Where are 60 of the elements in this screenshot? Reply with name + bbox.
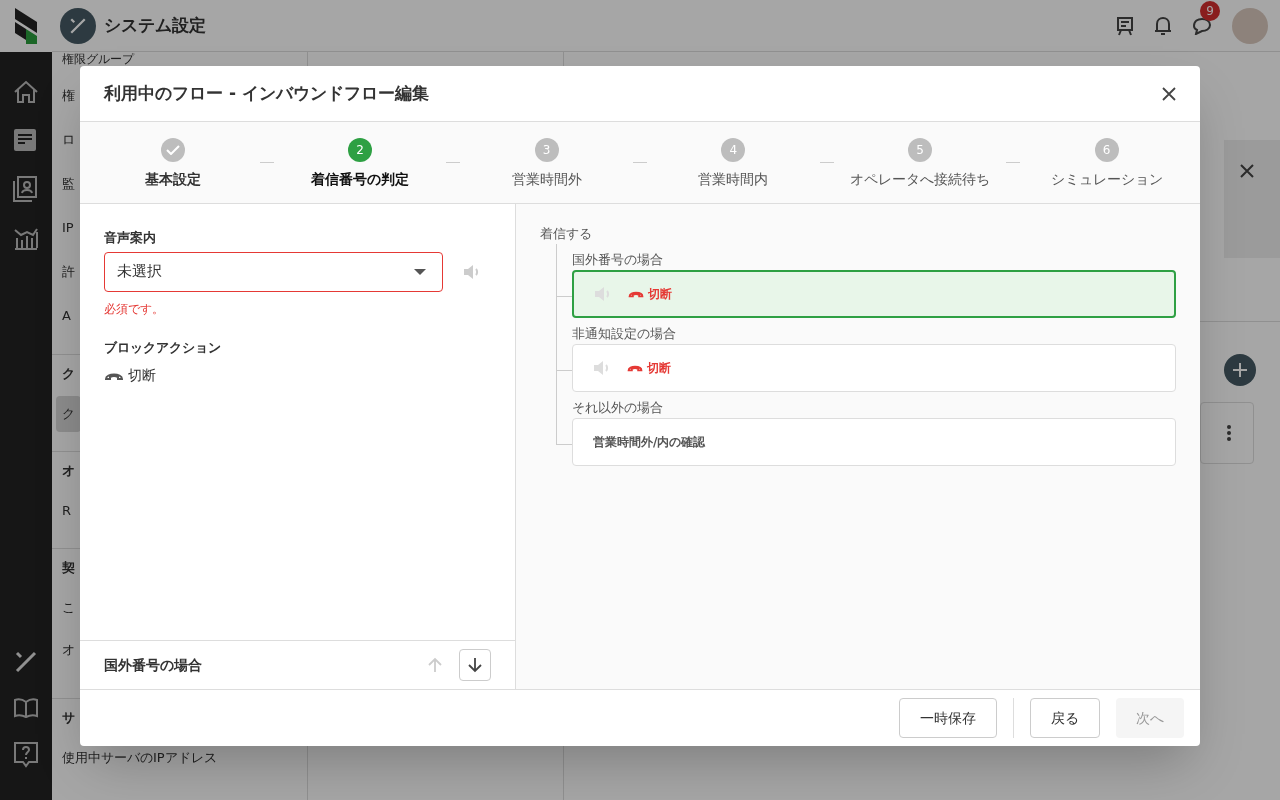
branch-condition: 国外番号の場合 xyxy=(572,250,664,269)
footer-button[interactable]: 戻る xyxy=(1030,698,1100,738)
step-number: 3 xyxy=(534,138,559,162)
chart-icon[interactable] xyxy=(13,226,39,250)
field-label: 音声案内 xyxy=(104,229,157,247)
action-text: 切断 xyxy=(648,285,672,303)
menu-item[interactable]: ク xyxy=(56,396,81,432)
node-title: 営業時間外/内の確認 xyxy=(593,433,706,451)
list-board-icon[interactable] xyxy=(13,128,37,152)
bell-icon[interactable] xyxy=(1154,15,1172,36)
hang-up-icon xyxy=(628,289,644,298)
arrow-down-icon xyxy=(468,657,482,673)
notification-badge: 9 xyxy=(1200,0,1220,21)
action-text: 切断 xyxy=(647,359,671,377)
select-field[interactable]: 未選択 xyxy=(104,251,443,292)
step-label[interactable]: シミュレーション xyxy=(1050,169,1163,190)
page-title: システム設定 xyxy=(104,13,206,37)
dialog-title: 利用中のフロー - インバウンドフロー編集 xyxy=(104,81,429,105)
flow-root-label: 着信する xyxy=(540,225,593,243)
section-heading: 契 xyxy=(61,559,76,578)
action-text: 切断 xyxy=(128,366,156,385)
close-icon[interactable] xyxy=(1162,86,1176,101)
speaker-icon xyxy=(593,359,611,376)
more-vertical-icon[interactable] xyxy=(1227,425,1231,441)
branch-condition: 非通知設定の場合 xyxy=(572,324,677,343)
arrow-up-icon xyxy=(428,657,442,673)
section-heading: サ xyxy=(61,709,76,728)
step-number: 5 xyxy=(908,138,932,162)
step-number: 6 xyxy=(1094,138,1119,162)
presentation-board-icon[interactable] xyxy=(1116,15,1134,36)
step-label[interactable]: 基本設定 xyxy=(145,169,202,190)
step-label[interactable]: 営業時間内 xyxy=(698,169,769,190)
section-heading: オ xyxy=(61,462,76,481)
contact-card-icon[interactable] xyxy=(13,176,37,202)
selected-branch-label: 国外番号の場合 xyxy=(104,655,202,675)
logo-icon xyxy=(15,8,37,44)
chat-bubble-icon[interactable] xyxy=(1192,16,1212,35)
dropdown-caret-icon xyxy=(414,268,426,275)
flow-node-card[interactable]: 営業時間外/内の確認 xyxy=(572,417,1176,466)
hang-up-icon xyxy=(627,363,643,372)
flow-node-card[interactable]: 切断 xyxy=(572,343,1176,392)
step-label[interactable]: 営業時間外 xyxy=(511,169,582,190)
move-down-button[interactable] xyxy=(459,649,491,681)
field-label: ブロックアクション xyxy=(104,338,222,357)
help-icon[interactable] xyxy=(14,742,38,768)
speaker-icon xyxy=(594,285,612,302)
step-label[interactable]: 着信番号の判定 xyxy=(311,169,409,190)
flow-node-card[interactable]: 切断 xyxy=(572,269,1176,318)
close-icon[interactable] xyxy=(1240,164,1254,178)
step-number: 2 xyxy=(348,138,372,162)
branch-condition: それ以外の場合 xyxy=(572,398,664,417)
book-icon[interactable] xyxy=(14,698,38,718)
section-heading: ク xyxy=(61,365,76,384)
step-label[interactable]: オペレータへ接続待ち xyxy=(850,169,990,190)
add-button[interactable] xyxy=(1224,354,1256,386)
error-message: 必須です。 xyxy=(104,300,165,318)
step-number: 4 xyxy=(721,138,746,162)
plus-icon xyxy=(1232,362,1248,378)
home-icon[interactable] xyxy=(13,80,39,104)
footer-button[interactable]: 一時保存 xyxy=(899,698,997,738)
